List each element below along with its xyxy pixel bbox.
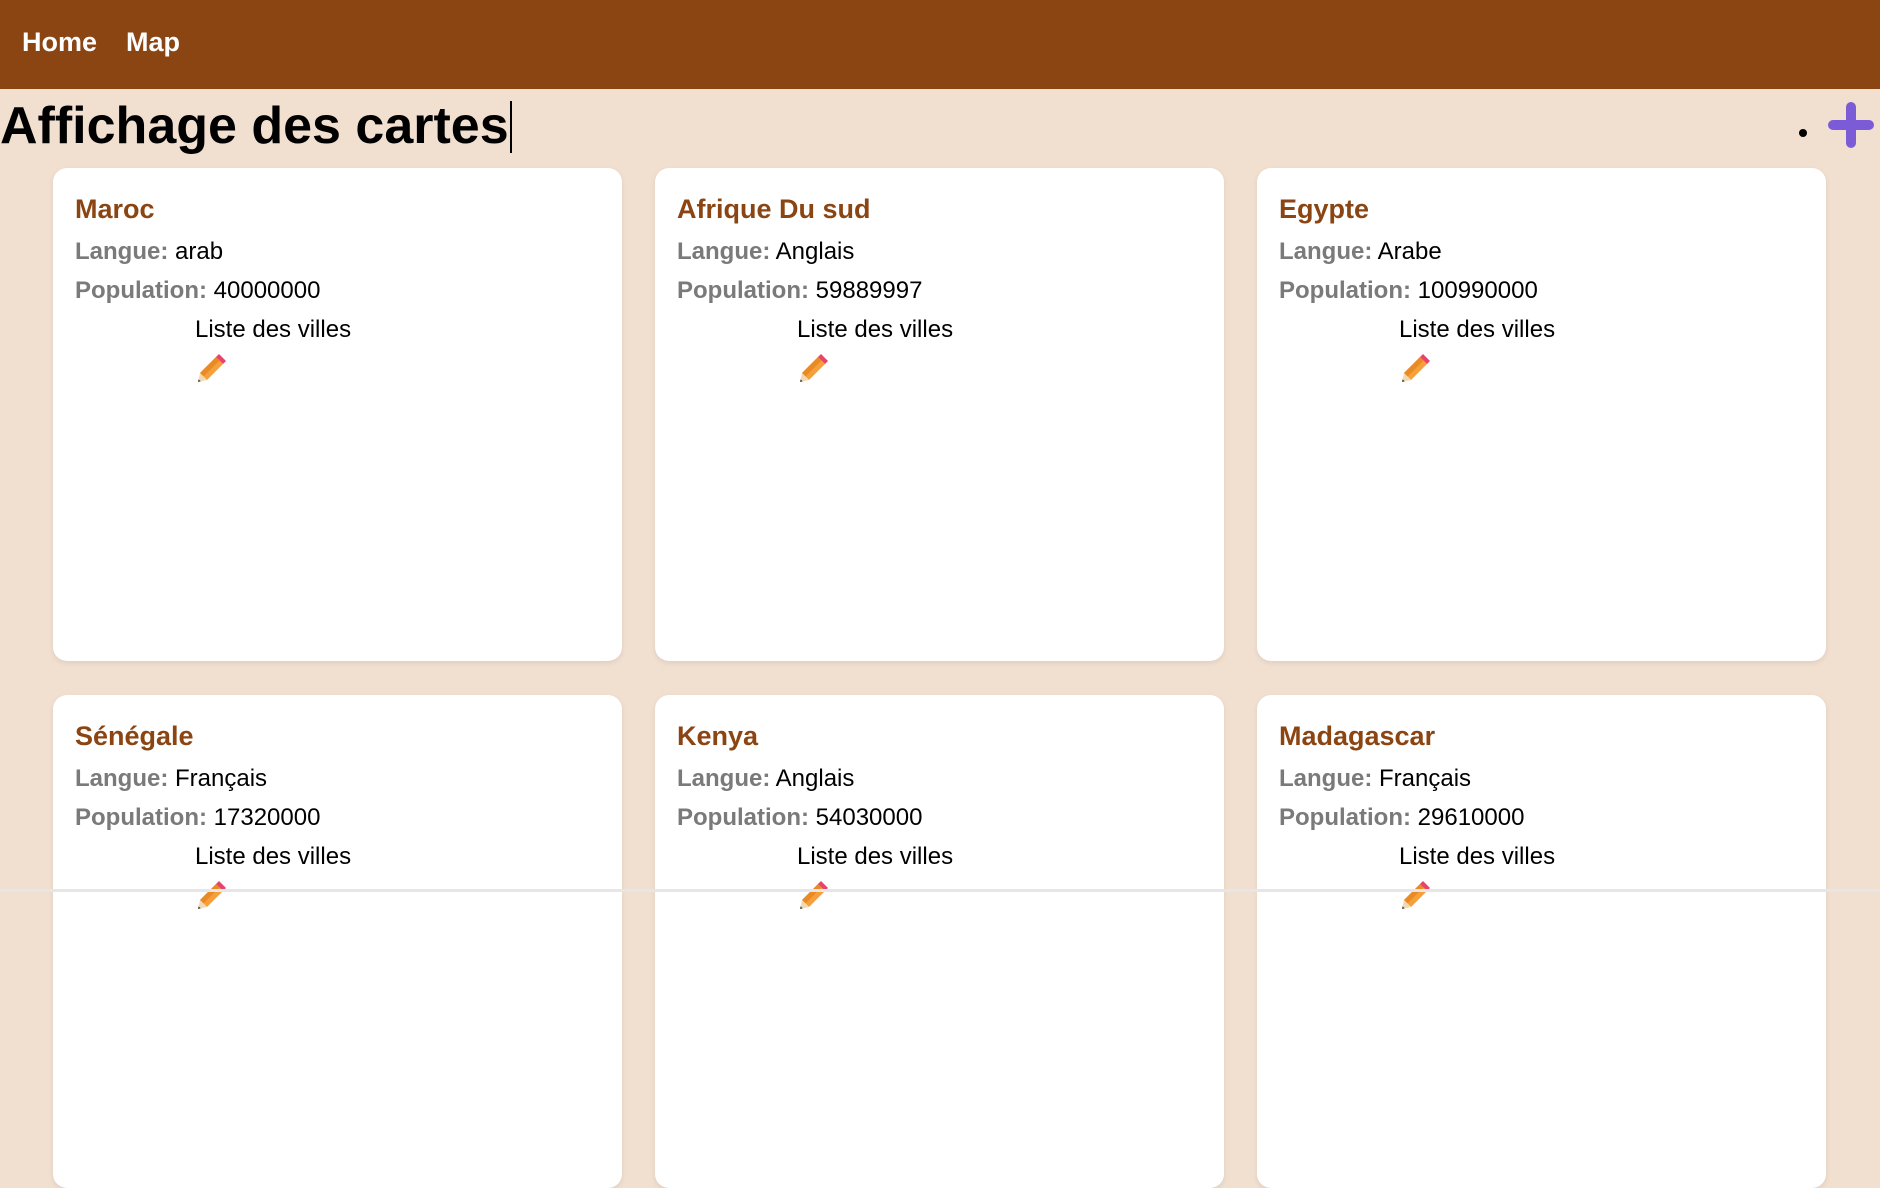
population-label: Population: [75,277,207,304]
population-value: 59889997 [815,277,923,304]
population-value: 54030000 [815,804,923,831]
country-card: Sénégale Langue: Français Population: 17… [53,695,622,1188]
pencil-icon[interactable] [798,881,828,911]
langue-value: Français [175,765,268,792]
langue-label: Langue: [677,765,771,792]
plus-icon [1828,102,1874,148]
pencil-icon[interactable] [798,354,828,384]
nav-map-link[interactable]: Map [126,26,180,58]
population-label: Population: [677,804,809,831]
langue-value: Arabe [1377,238,1442,265]
cities-list-link[interactable]: Liste des villes [1399,316,1555,344]
langue-row: Langue: arab [75,238,223,266]
langue-label: Langue: [677,238,771,265]
country-name: Sénégale [75,721,194,751]
country-card: Egypte Langue: Arabe Population: 1009900… [1257,168,1826,661]
population-row: Population: 54030000 [677,804,922,832]
dot-marker [1799,129,1807,137]
population-label: Population: [1279,277,1411,304]
cities-list-link[interactable]: Liste des villes [797,316,953,344]
pencil-icon[interactable] [196,354,226,384]
page-title: Affichage des cartes [0,95,512,157]
population-row: Population: 59889997 [677,277,922,305]
population-value: 17320000 [213,804,321,831]
langue-row: Langue: Anglais [677,238,854,266]
country-name: Afrique Du sud [677,194,871,224]
pencil-icon[interactable] [196,881,226,911]
langue-value: Français [1379,765,1472,792]
nav-home-link[interactable]: Home [22,26,97,58]
langue-row: Langue: Français [75,765,267,793]
country-card: Maroc Langue: arab Population: 40000000 … [53,168,622,661]
population-label: Population: [1279,804,1411,831]
country-card: Afrique Du sud Langue: Anglais Populatio… [655,168,1224,661]
langue-label: Langue: [1279,765,1373,792]
pencil-icon[interactable] [1400,881,1430,911]
page-title-text: Affichage des cartes [0,97,509,155]
population-row: Population: 40000000 [75,277,320,305]
cities-list-link[interactable]: Liste des villes [1399,843,1555,871]
langue-row: Langue: Anglais [677,765,854,793]
langue-label: Langue: [1279,238,1373,265]
langue-row: Langue: Français [1279,765,1471,793]
country-name: Egypte [1279,194,1370,224]
langue-value: Anglais [775,238,855,265]
cities-list-link[interactable]: Liste des villes [797,843,953,871]
langue-row: Langue: Arabe [1279,238,1442,266]
population-row: Population: 100990000 [1279,277,1538,305]
top-navbar: Home Map [0,0,1880,89]
population-row: Population: 17320000 [75,804,320,832]
country-name: Madagascar [1279,721,1436,751]
cities-list-link[interactable]: Liste des villes [195,843,351,871]
country-name: Kenya [677,721,759,751]
langue-value: arab [175,238,224,265]
country-name: Maroc [75,194,155,224]
pencil-icon[interactable] [1400,354,1430,384]
langue-value: Anglais [775,765,855,792]
country-card: Madagascar Langue: Français Population: … [1257,695,1826,1188]
langue-label: Langue: [75,238,169,265]
population-row: Population: 29610000 [1279,804,1524,832]
population-label: Population: [75,804,207,831]
text-caret [509,101,512,153]
add-country-button[interactable] [1828,102,1874,148]
country-card: Kenya Langue: Anglais Population: 540300… [655,695,1224,1188]
cities-list-link[interactable]: Liste des villes [195,316,351,344]
population-value: 100990000 [1417,277,1538,304]
population-value: 29610000 [1417,804,1525,831]
population-label: Population: [677,277,809,304]
population-value: 40000000 [213,277,321,304]
langue-label: Langue: [75,765,169,792]
